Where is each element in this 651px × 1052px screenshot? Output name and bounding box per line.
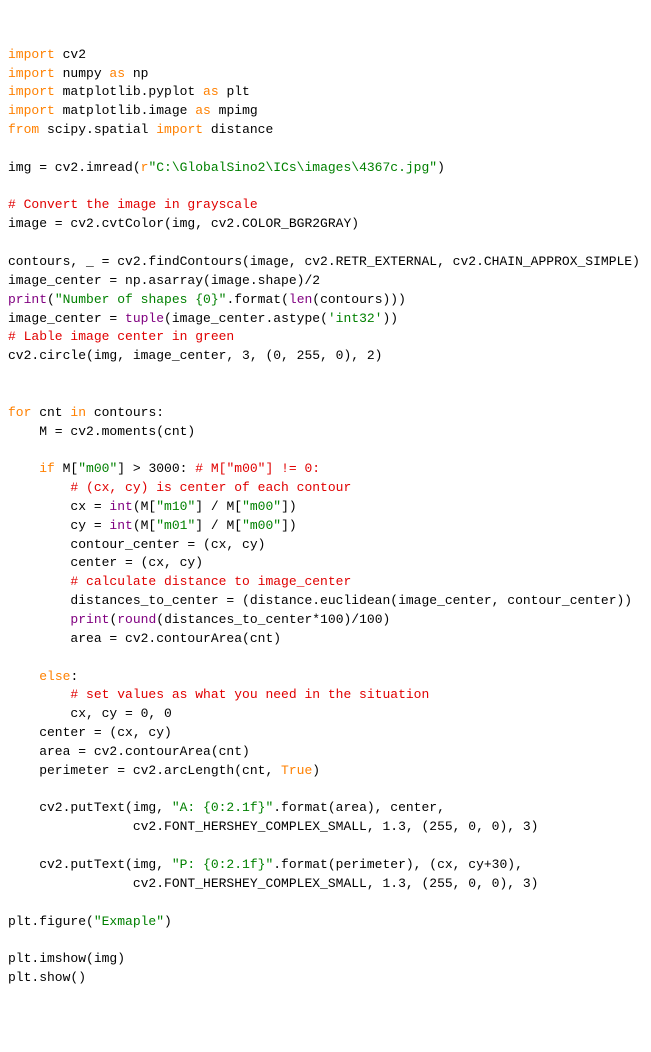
line-center-1: center = (cx, cy) <box>8 555 203 570</box>
line-cvtcolor: image = cv2.cvtColor(img, cv2.COLOR_BGR2… <box>8 216 359 231</box>
line-for: for cnt in contours: <box>8 405 164 420</box>
line-center-2: center = (cx, cy) <box>8 725 172 740</box>
comment-grayscale: # Convert the image in grayscale <box>8 197 258 212</box>
line-print-shapes: print("Number of shapes {0}".format(len(… <box>8 292 406 307</box>
line-cxcy-zero: cx, cy = 0, 0 <box>8 706 172 721</box>
comment-center-each: # (cx, cy) is center of each contour <box>8 480 351 495</box>
line-perimeter: perimeter = cv2.arcLength(cnt, True) <box>8 763 320 778</box>
line-figure: plt.figure("Exmaple") <box>8 914 172 929</box>
line-from-scipy: from scipy.spatial import distance <box>8 122 273 137</box>
line-moments: M = cv2.moments(cnt) <box>8 424 195 439</box>
line-import-numpy: import numpy as np <box>8 66 148 81</box>
line-puttext-a1: cv2.putText(img, "A: {0:2.1f}".format(ar… <box>8 800 445 815</box>
line-cx: cx = int(M["m10"] / M["m00"]) <box>8 499 297 514</box>
line-imread: img = cv2.imread(r"C:\GlobalSino2\ICs\im… <box>8 160 445 175</box>
comment-calc-distance: # calculate distance to image_center <box>8 574 351 589</box>
comment-green-center: # Lable image center in green <box>8 329 234 344</box>
comment-else: # set values as what you need in the sit… <box>8 687 429 702</box>
line-image-center-1: image_center = np.asarray(image.shape)/2 <box>8 273 320 288</box>
line-import-cv2: import cv2 <box>8 47 86 62</box>
line-contour-center: contour_center = (cx, cy) <box>8 537 265 552</box>
line-if: if M["m00"] > 3000: # M["m00"] != 0: <box>8 461 320 476</box>
line-print-dist: print(round(distances_to_center*100)/100… <box>8 612 390 627</box>
line-import-mpimg: import matplotlib.image as mpimg <box>8 103 258 118</box>
code-block: import cv2 import numpy as np import mat… <box>8 46 643 988</box>
line-else: else: <box>8 669 78 684</box>
line-show: plt.show() <box>8 970 86 985</box>
line-findcontours: contours, _ = cv2.findContours(image, cv… <box>8 254 640 269</box>
line-puttext-p2: cv2.FONT_HERSHEY_COMPLEX_SMALL, 1.3, (25… <box>8 876 539 891</box>
line-image-center-2: image_center = tuple(image_center.astype… <box>8 311 398 326</box>
line-imshow: plt.imshow(img) <box>8 951 125 966</box>
line-area-1: area = cv2.contourArea(cnt) <box>8 631 281 646</box>
line-distances: distances_to_center = (distance.euclidea… <box>8 593 632 608</box>
line-cy: cy = int(M["m01"] / M["m00"]) <box>8 518 297 533</box>
line-circle: cv2.circle(img, image_center, 3, (0, 255… <box>8 348 382 363</box>
line-puttext-p1: cv2.putText(img, "P: {0:2.1f}".format(pe… <box>8 857 523 872</box>
line-puttext-a2: cv2.FONT_HERSHEY_COMPLEX_SMALL, 1.3, (25… <box>8 819 539 834</box>
line-import-plt: import matplotlib.pyplot as plt <box>8 84 250 99</box>
line-area-2: area = cv2.contourArea(cnt) <box>8 744 250 759</box>
